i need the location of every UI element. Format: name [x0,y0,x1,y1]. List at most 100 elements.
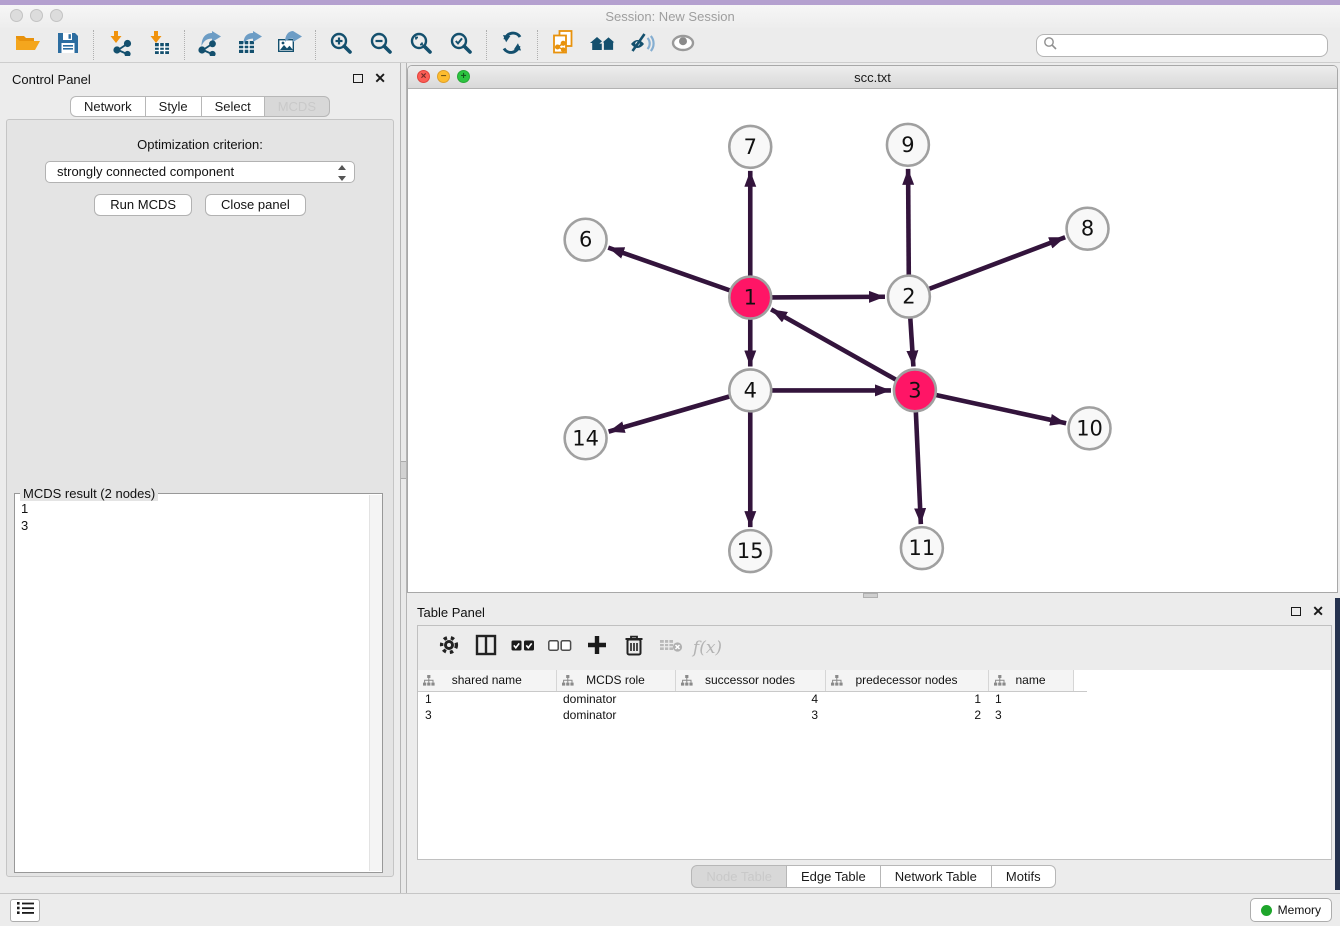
graph-node-10[interactable]: 10 [1069,407,1111,449]
home-button[interactable] [583,30,623,61]
table-row[interactable]: 1dominator411 [418,691,1087,707]
graph-edge-2-8[interactable] [929,237,1066,289]
mcds-result-title: MCDS result (2 nodes) [20,486,158,501]
network-window-titlebar[interactable]: × − + scc.txt [408,66,1337,89]
graph-edge-3-1[interactable] [771,309,897,380]
table-cell[interactable]: dominator [556,707,675,723]
vertical-splitter[interactable] [400,63,407,893]
table-cell[interactable]: 3 [988,707,1073,723]
graph-edge-3-10[interactable] [935,395,1066,423]
clone-network-button[interactable] [543,30,583,61]
svg-text:1: 1 [744,286,757,310]
tab-edge-table[interactable]: Edge Table [786,865,881,888]
table-panel-close-icon[interactable]: ✕ [1312,606,1324,616]
deselect-all-button[interactable] [541,639,578,657]
graph-node-1[interactable]: 1 [729,277,771,319]
table-cell[interactable]: 4 [675,691,825,707]
graph-edge-2-9[interactable] [908,169,909,276]
graph-node-4[interactable]: 4 [729,369,771,411]
table-settings-button[interactable] [430,634,467,661]
table-cell[interactable]: 1 [988,691,1073,707]
column-header-shared-name[interactable]: shared name [418,670,556,691]
horizontal-splitter-handle[interactable] [863,593,878,598]
table-cell[interactable]: 1 [418,691,556,707]
table-cell[interactable]: dominator [556,691,675,707]
optimization-criterion-label: Optimization criterion: [7,137,393,152]
graph-edge-2-3[interactable] [910,318,913,367]
graph-edge-3-11[interactable] [916,411,921,524]
tab-motifs[interactable]: Motifs [991,865,1056,888]
network-maximize-button[interactable]: + [457,70,470,83]
table-cell[interactable]: 3 [675,707,825,723]
refresh-button[interactable] [492,30,532,61]
export-image-button[interactable] [270,30,310,61]
graph-node-8[interactable]: 8 [1067,208,1109,250]
column-header-name[interactable]: name [988,670,1073,691]
tab-style[interactable]: Style [145,96,202,117]
import-network-button[interactable] [99,30,139,61]
zoom-selected-button[interactable] [441,30,481,61]
network-minimize-button[interactable]: − [437,70,450,83]
table-cell[interactable]: 2 [825,707,988,723]
save-session-button[interactable] [48,30,88,61]
mcds-result-scrollbar[interactable] [369,495,382,871]
maximize-window-button[interactable] [50,9,63,22]
zoom-in-button[interactable] [321,30,361,61]
graph-node-2[interactable]: 2 [888,276,930,318]
export-network-button[interactable] [190,30,230,61]
network-canvas[interactable]: 7 9 6 8 1 2 4 3 14 10 15 11 [408,89,1337,592]
graph-node-14[interactable]: 14 [565,417,607,459]
tab-mcds[interactable]: MCDS [264,96,330,117]
graph-edge-4-14[interactable] [609,396,731,431]
network-close-button[interactable]: × [417,70,430,83]
graph-edge-1-6[interactable] [608,248,730,291]
zoom-fit-button[interactable] [401,30,441,61]
graph-edge-1-2[interactable] [771,297,885,298]
column-header-filler [1073,670,1087,691]
graph-node-15[interactable]: 15 [729,530,771,572]
vertical-splitter-handle[interactable] [401,461,406,479]
show-task-history-button[interactable] [10,899,40,922]
tab-network-table[interactable]: Network Table [880,865,992,888]
table-panel-float-icon[interactable] [1291,607,1301,616]
table-row[interactable]: 3dominator323 [418,707,1087,723]
graph-node-3[interactable]: 3 [894,369,936,411]
graph-node-11[interactable]: 11 [901,527,943,569]
minimize-window-button[interactable] [30,9,43,22]
graph-node-9[interactable]: 9 [887,124,929,166]
criterion-dropdown[interactable]: strongly connected component [45,161,355,183]
control-panel-float-icon[interactable] [353,74,363,83]
mcds-panel: Optimization criterion: strongly connect… [6,119,394,877]
close-panel-button[interactable]: Close panel [205,194,306,216]
graph-node-7[interactable]: 7 [729,126,771,168]
open-session-button[interactable] [8,30,48,61]
show-columns-button[interactable] [467,634,504,661]
graph-node-6[interactable]: 6 [565,219,607,261]
node-table: shared nameMCDS rolesuccessor nodesprede… [418,670,1087,723]
clone-network-icon [551,29,575,62]
run-mcds-button[interactable]: Run MCDS [94,194,192,216]
table-cell[interactable]: 3 [418,707,556,723]
select-all-button[interactable] [504,639,541,657]
network-graph[interactable]: 7 9 6 8 1 2 4 3 14 10 15 11 [408,89,1337,592]
zoom-out-button[interactable] [361,30,401,61]
close-window-button[interactable] [10,9,23,22]
search-input[interactable] [1061,38,1321,52]
search-box[interactable] [1036,34,1328,57]
create-column-button[interactable] [578,635,615,660]
eye-button[interactable] [663,30,703,61]
table-cell[interactable]: 1 [825,691,988,707]
column-header-successor-nodes[interactable]: successor nodes [675,670,825,691]
export-table-button[interactable] [230,30,270,61]
column-header-mcds-role[interactable]: MCDS role [556,670,675,691]
tab-select[interactable]: Select [201,96,265,117]
delete-column-button[interactable] [615,634,652,661]
column-header-predecessor-nodes[interactable]: predecessor nodes [825,670,988,691]
memory-button[interactable]: Memory [1250,898,1332,922]
control-panel-close-icon[interactable]: ✕ [374,73,386,83]
background-window-edge [1335,598,1340,890]
import-table-button[interactable] [139,30,179,61]
tab-network[interactable]: Network [70,96,146,117]
hide-unhide-button[interactable] [623,30,663,61]
tab-node-table[interactable]: Node Table [691,865,787,888]
